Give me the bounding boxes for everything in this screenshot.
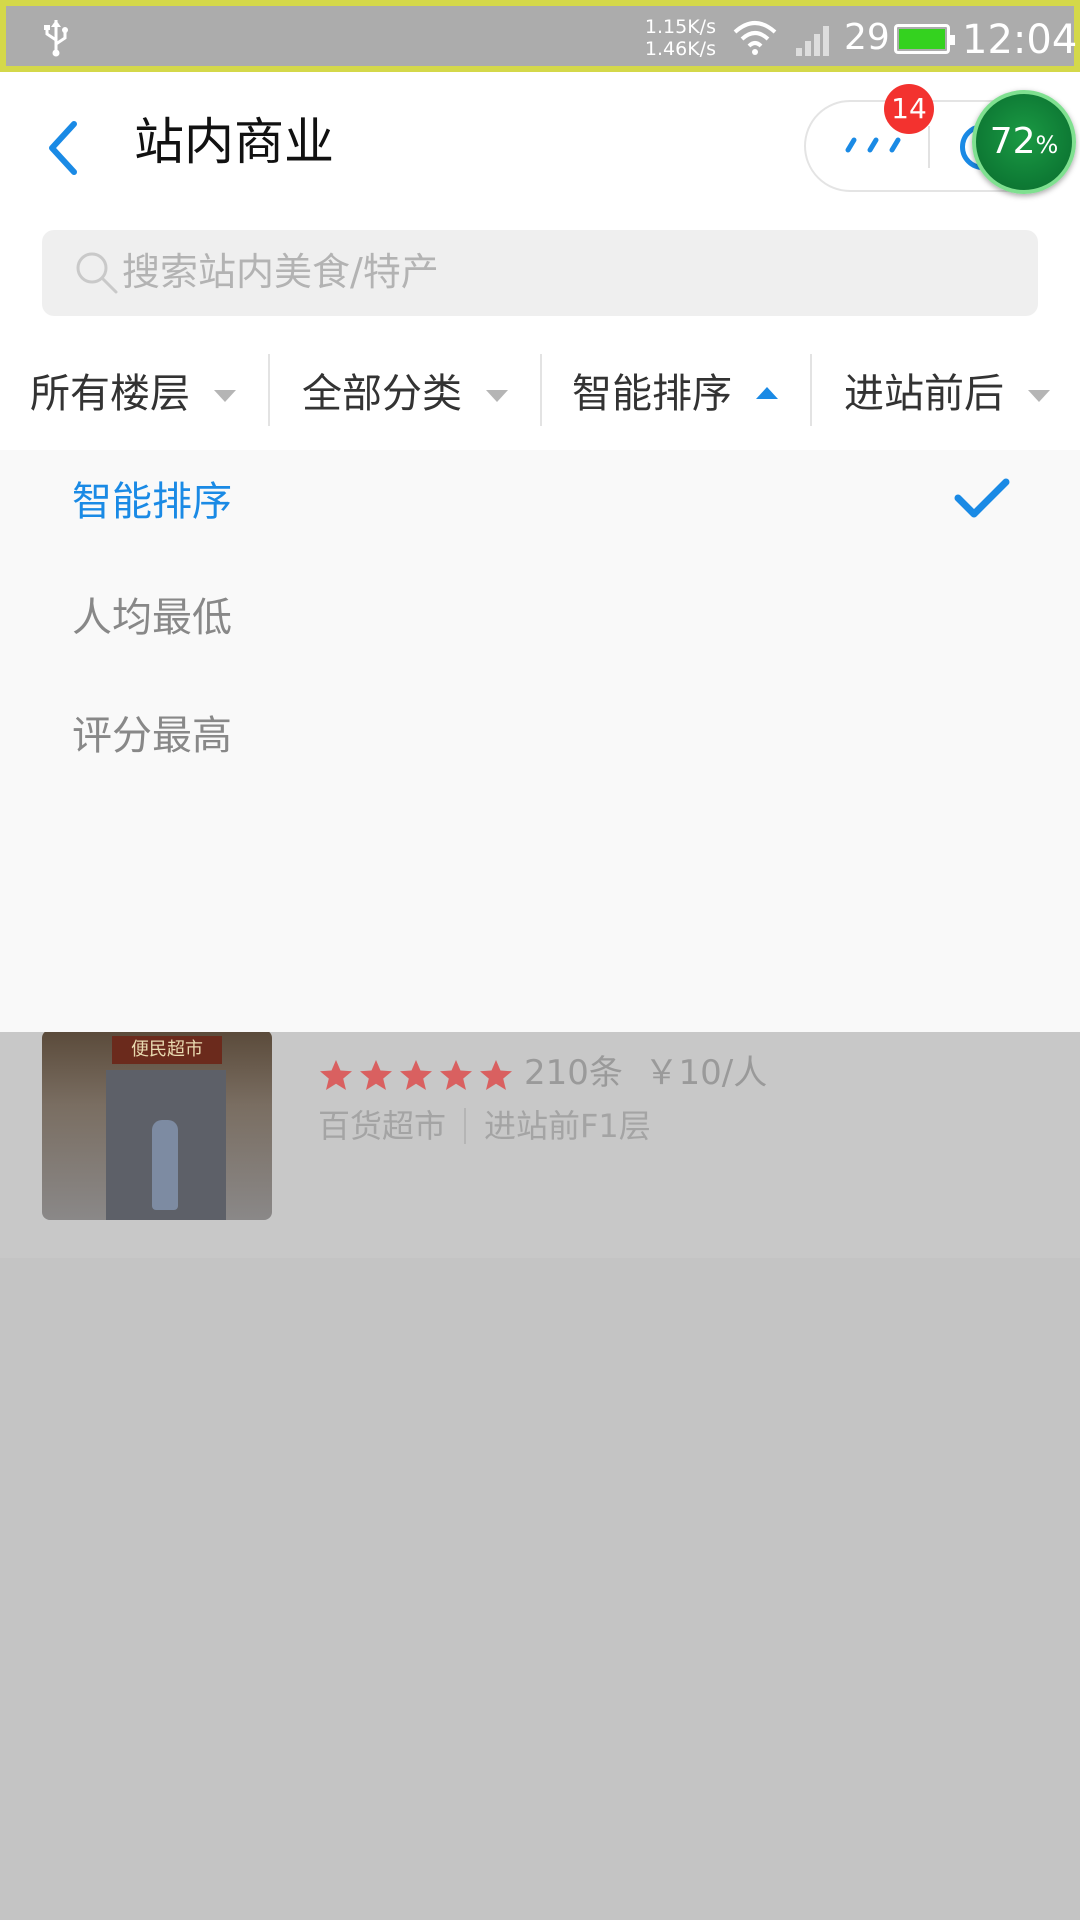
search-icon: [76, 252, 118, 294]
net-down: 1.46K/s: [644, 38, 716, 60]
filter-floor[interactable]: 所有楼层: [30, 340, 236, 440]
clock: 12:04: [962, 17, 1078, 63]
divider: [464, 1108, 467, 1144]
divider: [268, 354, 270, 426]
caret-up-icon: [756, 387, 778, 399]
network-speed: 1.15K/s 1.46K/s: [642, 16, 716, 60]
sort-option-price-low[interactable]: 人均最低: [72, 590, 232, 646]
rating-stars: [318, 1058, 514, 1092]
star-icon: [320, 1060, 352, 1090]
filter-category[interactable]: 全部分类: [302, 340, 508, 440]
filter-sort[interactable]: 智能排序: [572, 340, 778, 440]
caret-down-icon: [486, 390, 508, 402]
filter-label: 全部分类: [302, 371, 462, 417]
battery-icon: [894, 24, 955, 54]
net-up: 1.15K/s: [644, 16, 716, 38]
page-title: 站内商业: [134, 113, 334, 171]
battery-level: 29: [844, 17, 890, 58]
capsule-divider: [928, 126, 930, 168]
more-icon[interactable]: [842, 132, 906, 156]
caret-down-icon: [214, 390, 236, 402]
price: ￥10/人: [644, 1053, 768, 1093]
usb-icon: [44, 20, 68, 57]
shop-location: 进站前F1层: [484, 1107, 651, 1145]
shop-meta: 百货超市 进站前F1层: [318, 1104, 651, 1148]
filter-label: 进站前后: [844, 371, 1004, 417]
shop-thumbnail: 便民超市: [42, 1030, 272, 1220]
filter-entry[interactable]: 进站前后: [844, 340, 1050, 440]
sort-option-rating-high[interactable]: 评分最高: [72, 708, 232, 764]
filter-label: 所有楼层: [30, 371, 190, 417]
notification-badge: 14: [884, 84, 934, 134]
header: 站内商业 14 72% 搜索站内美食/特产 所有楼层 全部分类 智能排序 进站前…: [0, 72, 1080, 450]
signal-icon: [796, 26, 829, 56]
star-icon: [440, 1060, 472, 1090]
boost-percent: 72: [989, 121, 1036, 162]
star-icon: [400, 1060, 432, 1090]
search-bar[interactable]: 搜索站内美食/特产: [42, 230, 1038, 316]
checkmark-icon: [954, 478, 1010, 518]
filter-label: 智能排序: [572, 371, 732, 417]
sort-dropdown: 智能排序 人均最低 评分最高: [0, 450, 1080, 1032]
star-icon: [480, 1060, 512, 1090]
sort-option-smart[interactable]: 智能排序: [72, 474, 232, 530]
list-item: 便民超市 210条 ￥10/人 百货超市 进站前F1层: [0, 1030, 1080, 1258]
filter-bar: 所有楼层 全部分类 智能排序 进站前后: [0, 340, 1080, 440]
back-arrow-icon[interactable]: [40, 116, 90, 180]
search-input[interactable]: 搜索站内美食/特产: [122, 246, 439, 298]
reviews: 210条: [524, 1053, 623, 1093]
caret-down-icon: [1028, 390, 1050, 402]
status-bar: 1.15K/s 1.46K/s 29 12:04: [0, 0, 1080, 72]
review-count: 210条 ￥10/人: [524, 1050, 767, 1096]
divider: [540, 354, 542, 426]
thumbnail-sign: 便民超市: [112, 1036, 222, 1064]
shop-category: 百货超市: [318, 1107, 447, 1145]
star-icon: [360, 1060, 392, 1090]
wifi-icon: [733, 21, 777, 55]
thumbnail-person: [152, 1120, 178, 1210]
boost-unit: %: [1035, 131, 1059, 159]
memory-boost-ball[interactable]: 72%: [972, 90, 1076, 194]
divider: [810, 354, 812, 426]
